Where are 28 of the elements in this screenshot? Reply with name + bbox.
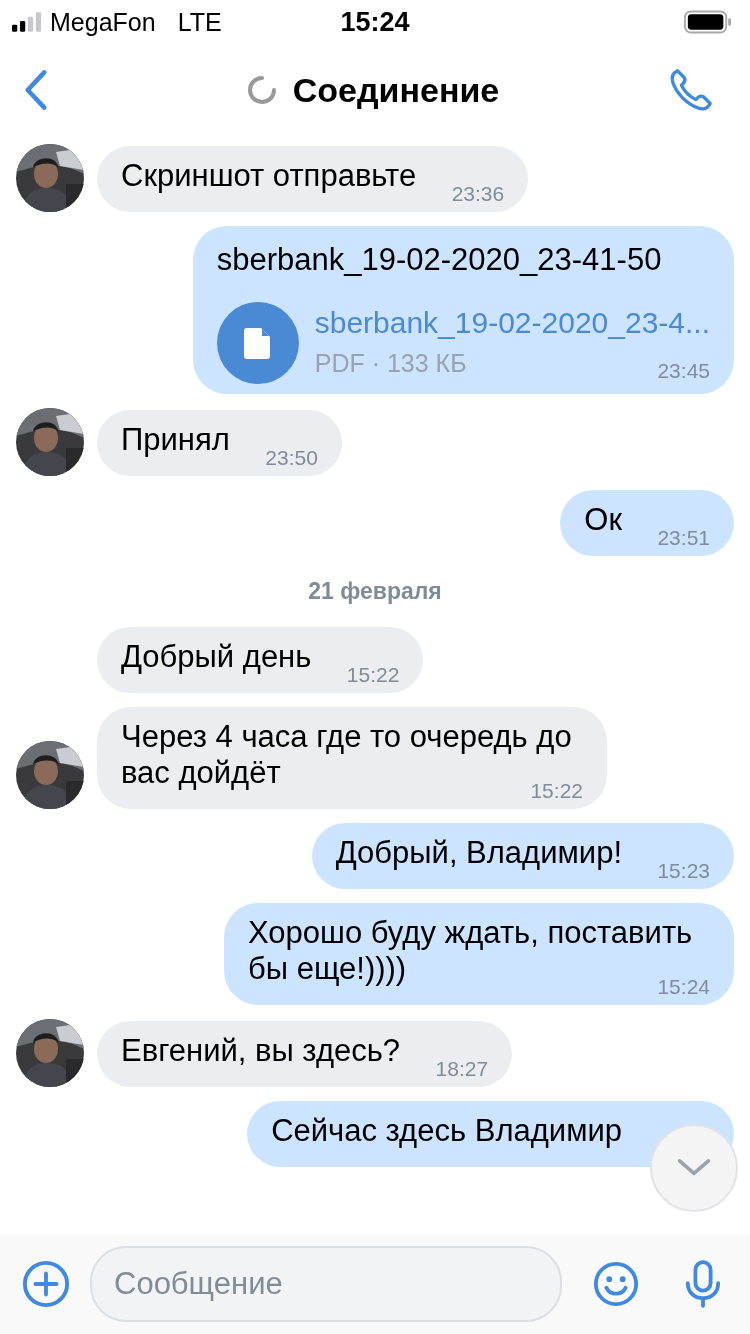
- message-time: 23:45: [657, 359, 710, 383]
- loading-spinner-icon: [246, 75, 277, 105]
- message-time: 15:24: [657, 977, 710, 997]
- carrier-name: MegaFon: [50, 7, 156, 37]
- phone-icon[interactable]: [668, 67, 714, 113]
- message-time: 23:36: [451, 184, 505, 204]
- message-time: 15:22: [530, 781, 583, 801]
- file-name-link[interactable]: sberbank_19-02-2020_23-4...: [314, 303, 710, 343]
- message-time: 15:23: [657, 861, 710, 881]
- message-time: 23:50: [265, 448, 318, 468]
- battery-icon: [684, 10, 732, 34]
- chat-title: Соединение: [292, 70, 500, 110]
- add-icon[interactable]: [22, 1260, 70, 1308]
- microphone-icon[interactable]: [684, 1259, 722, 1309]
- message-input[interactable]: Сообщение: [90, 1246, 562, 1322]
- message-time: 18:27: [435, 1059, 489, 1079]
- document-icon[interactable]: [216, 302, 299, 384]
- smiley-icon[interactable]: [592, 1260, 640, 1308]
- date-separator: 21 февраля: [308, 578, 442, 605]
- message-time: 23:51: [657, 528, 710, 548]
- signal-icon: [12, 12, 42, 32]
- message-text: sberbank_19-02-2020_23-41-50: [216, 242, 662, 277]
- clock: 15:24: [340, 6, 410, 38]
- message-time: 15:22: [346, 665, 400, 685]
- network-type: LTE: [177, 7, 222, 37]
- message-text: Сейчас здесь Владимир: [271, 1113, 623, 1149]
- back-icon[interactable]: [24, 69, 48, 111]
- file-info: PDF · 133 КБ: [314, 348, 467, 379]
